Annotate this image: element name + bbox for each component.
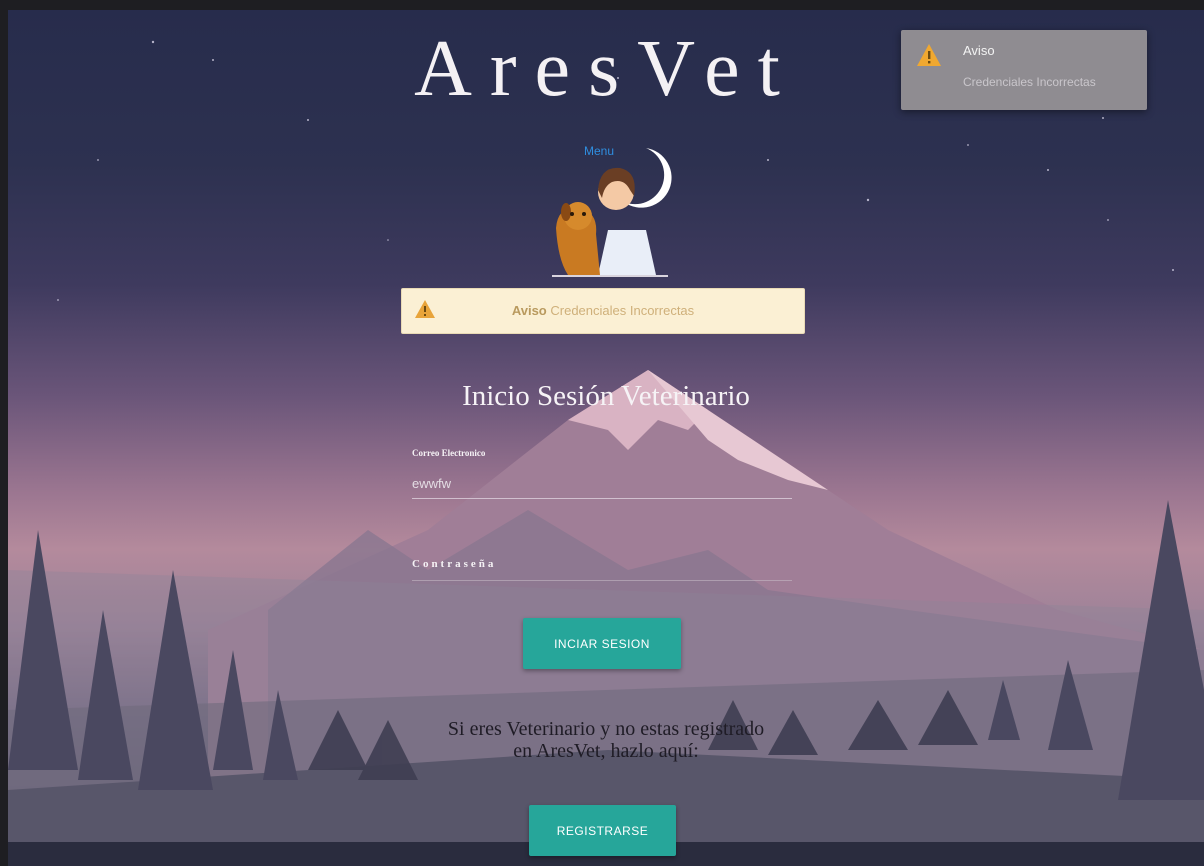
login-button[interactable]: INCIAR SESION	[523, 618, 681, 669]
register-button[interactable]: REGISTRARSE	[529, 805, 676, 856]
page-background: AresVet Aviso Credenciales Incorrectas M…	[8, 10, 1204, 866]
warning-icon	[917, 44, 941, 66]
register-prompt: Si eres Veterinario y no estas registrad…	[8, 718, 1204, 762]
email-label: Correo Electronico	[412, 448, 486, 458]
register-prompt-line1: Si eres Veterinario y no estas registrad…	[447, 718, 765, 740]
password-field[interactable]	[412, 548, 792, 581]
alert-title: Aviso	[511, 303, 547, 318]
toast-title: Aviso	[963, 43, 995, 58]
toast-message: Credenciales Incorrectas	[963, 75, 1096, 89]
alert-message: Credenciales Incorrectas	[550, 303, 695, 318]
vet-logo	[552, 148, 672, 277]
email-field[interactable]	[412, 468, 792, 499]
toast-notification[interactable]: Aviso Credenciales Incorrectas	[901, 30, 1147, 110]
error-alert: Aviso Credenciales Incorrectas	[401, 288, 805, 334]
register-prompt-line2: en AresVet, hazlo aquí:	[513, 740, 699, 762]
login-heading: Inicio Sesión Veterinario	[462, 380, 750, 412]
